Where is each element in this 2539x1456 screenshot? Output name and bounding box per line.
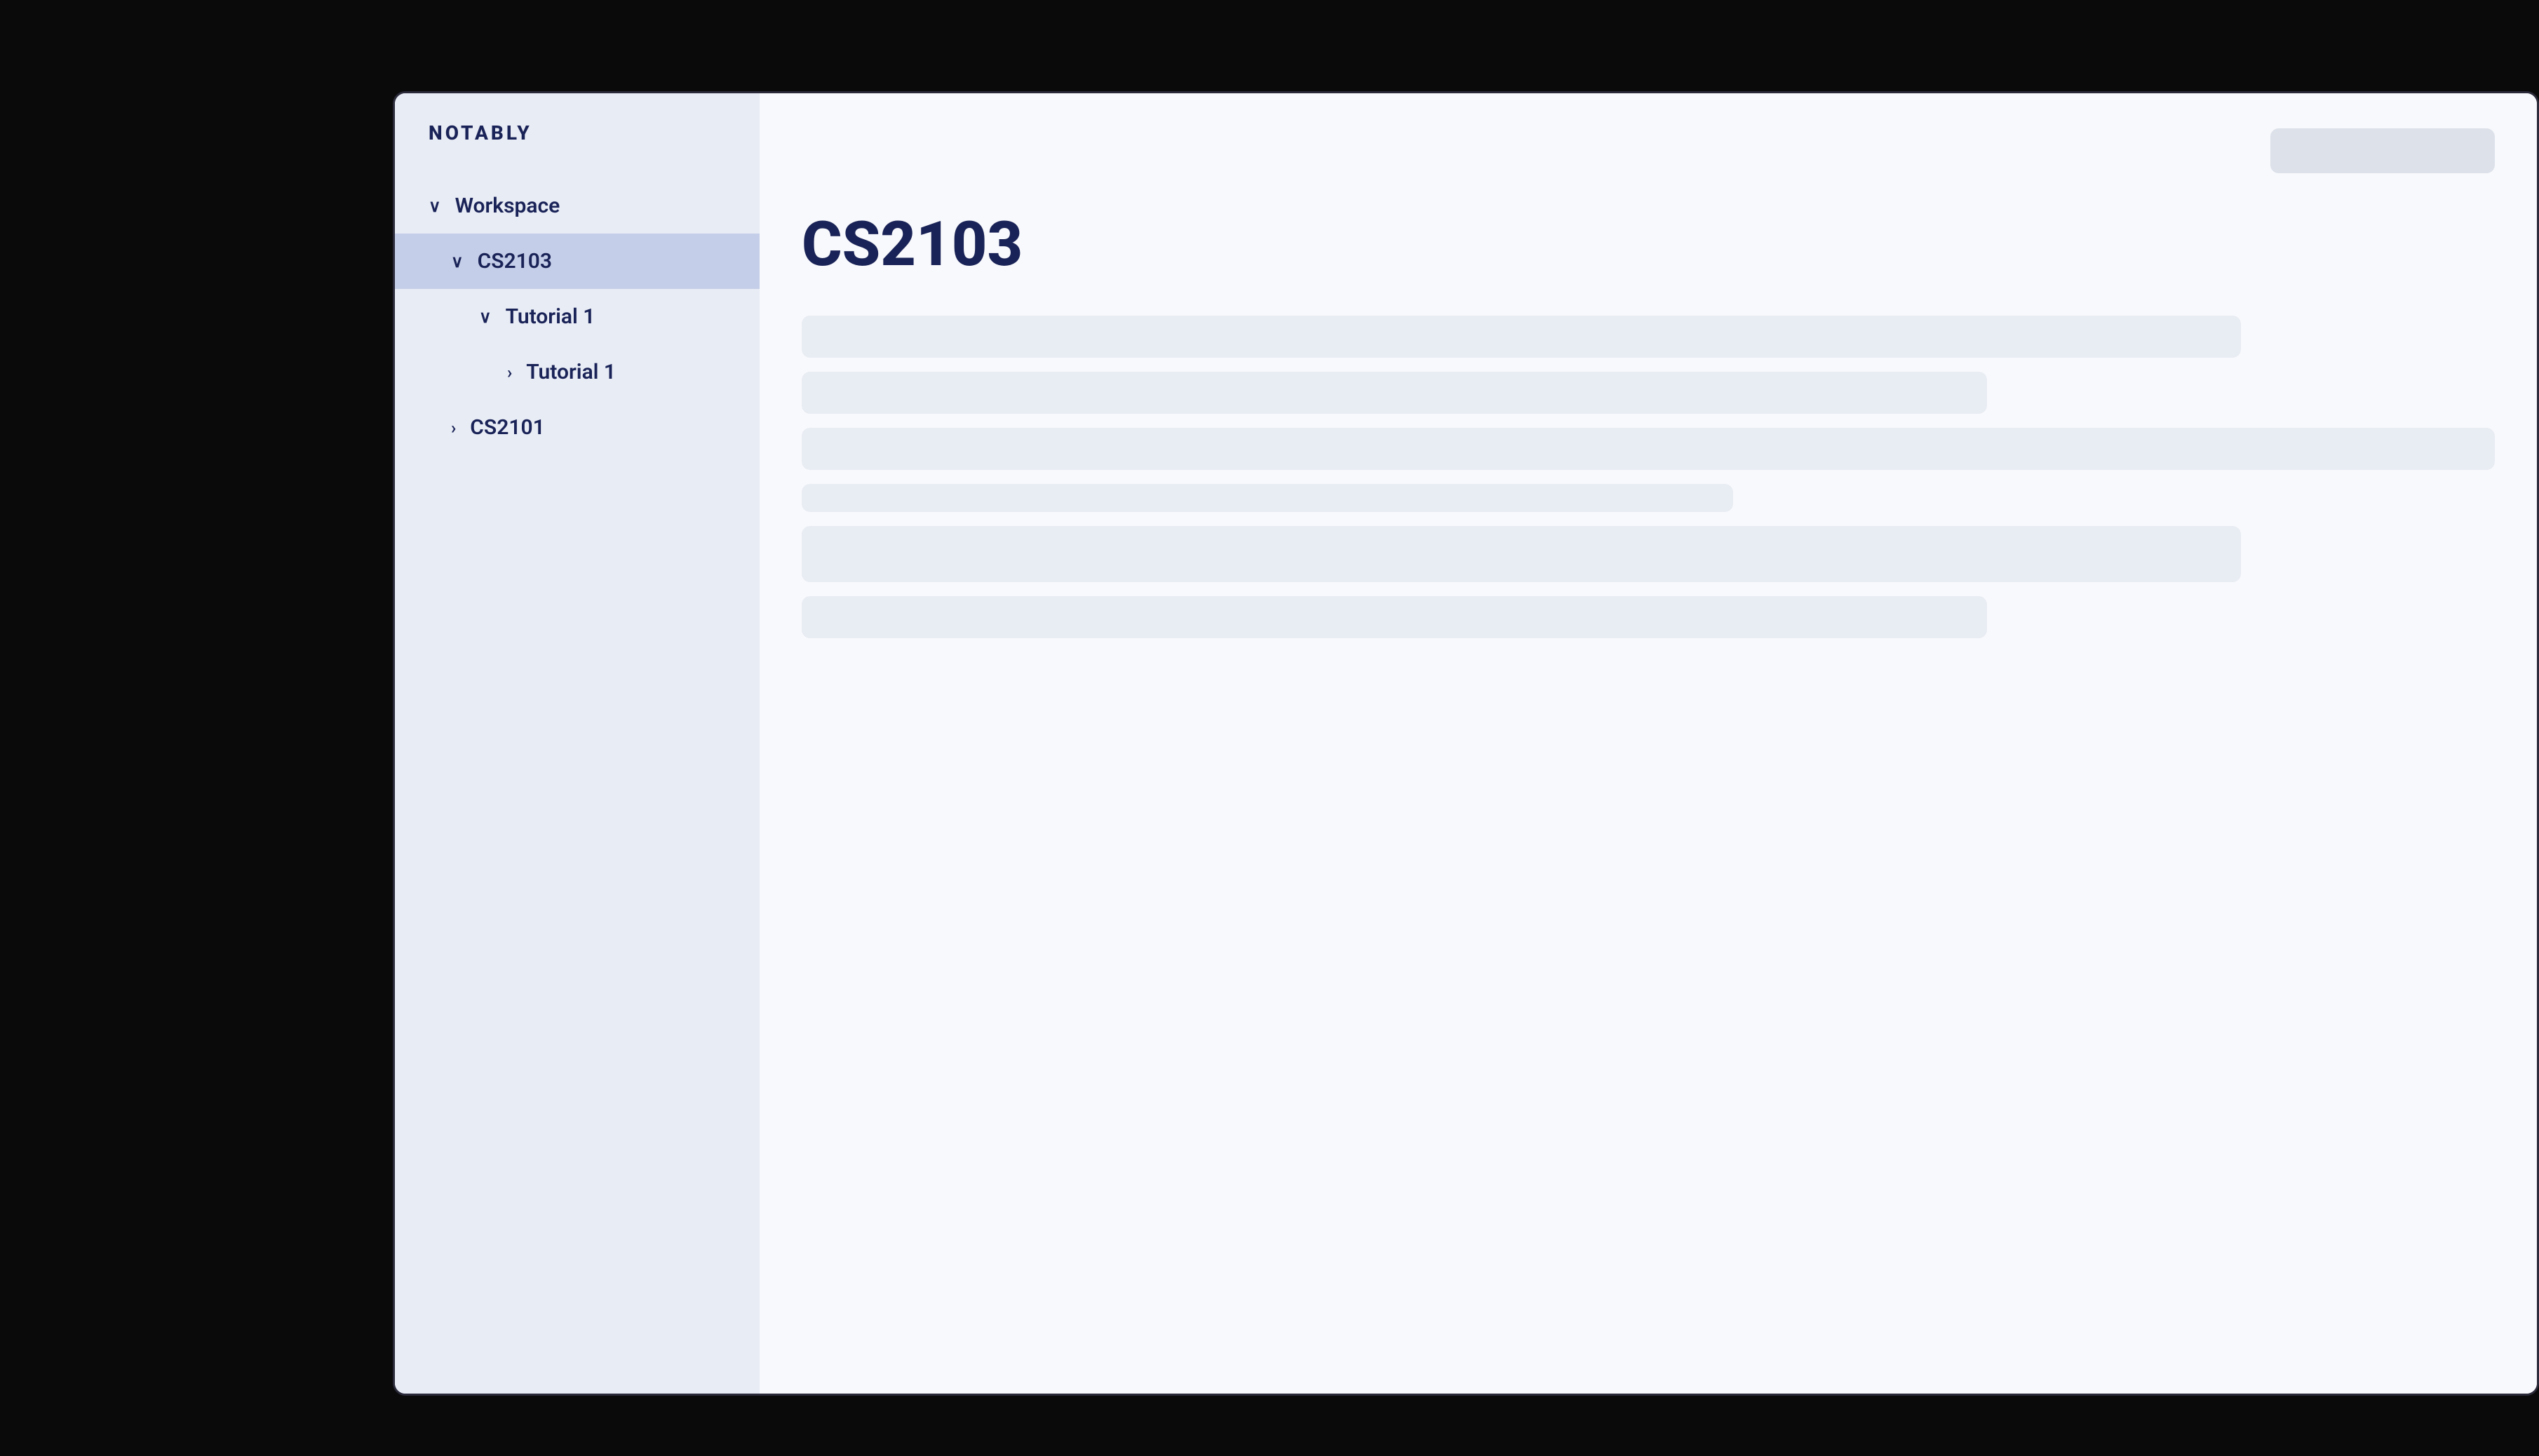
chevron-right-icon: › <box>451 418 456 438</box>
sidebar-item-cs2103[interactable]: ∨ CS2103 <box>395 234 760 289</box>
search-bar[interactable] <box>2270 128 2495 173</box>
sidebar-item-tutorial1-item[interactable]: › Tutorial 1 <box>395 344 760 400</box>
chevron-down-icon: ∨ <box>451 252 464 271</box>
sidebar-item-label: Workspace <box>455 194 560 218</box>
page-title: CS2103 <box>802 208 2495 281</box>
chevron-down-icon: ∨ <box>479 307 492 327</box>
content-block-1 <box>802 316 2241 358</box>
main-header <box>802 128 2495 173</box>
chevron-right-icon: › <box>507 363 512 382</box>
content-block-3 <box>802 428 2495 470</box>
content-block-4 <box>802 484 1733 512</box>
sidebar-item-label: Tutorial 1 <box>506 304 595 329</box>
main-content: CS2103 <box>760 93 2537 1394</box>
sidebar-nav: ∨ Workspace ∨ CS2103 ∨ Tutorial 1 › Tuto… <box>395 178 760 1394</box>
sidebar-item-label: CS2101 <box>470 415 544 440</box>
chevron-down-icon: ∨ <box>429 196 441 216</box>
screen-container: NOTABLY ∨ Workspace ∨ CS2103 ∨ Tutorial … <box>393 91 2539 1396</box>
sidebar-item-tutorial1-group[interactable]: ∨ Tutorial 1 <box>395 289 760 344</box>
sidebar-item-label: Tutorial 1 <box>526 360 616 384</box>
content-block-6 <box>802 596 1987 638</box>
sidebar: NOTABLY ∨ Workspace ∨ CS2103 ∨ Tutorial … <box>395 93 760 1394</box>
app-logo: NOTABLY <box>429 121 532 144</box>
content-block-5 <box>802 526 2241 582</box>
sidebar-item-label: CS2103 <box>478 249 552 274</box>
sidebar-item-cs2101[interactable]: › CS2101 <box>395 400 760 455</box>
sidebar-logo: NOTABLY <box>395 121 760 178</box>
sidebar-item-workspace[interactable]: ∨ Workspace <box>395 178 760 234</box>
content-block-2 <box>802 372 1987 414</box>
